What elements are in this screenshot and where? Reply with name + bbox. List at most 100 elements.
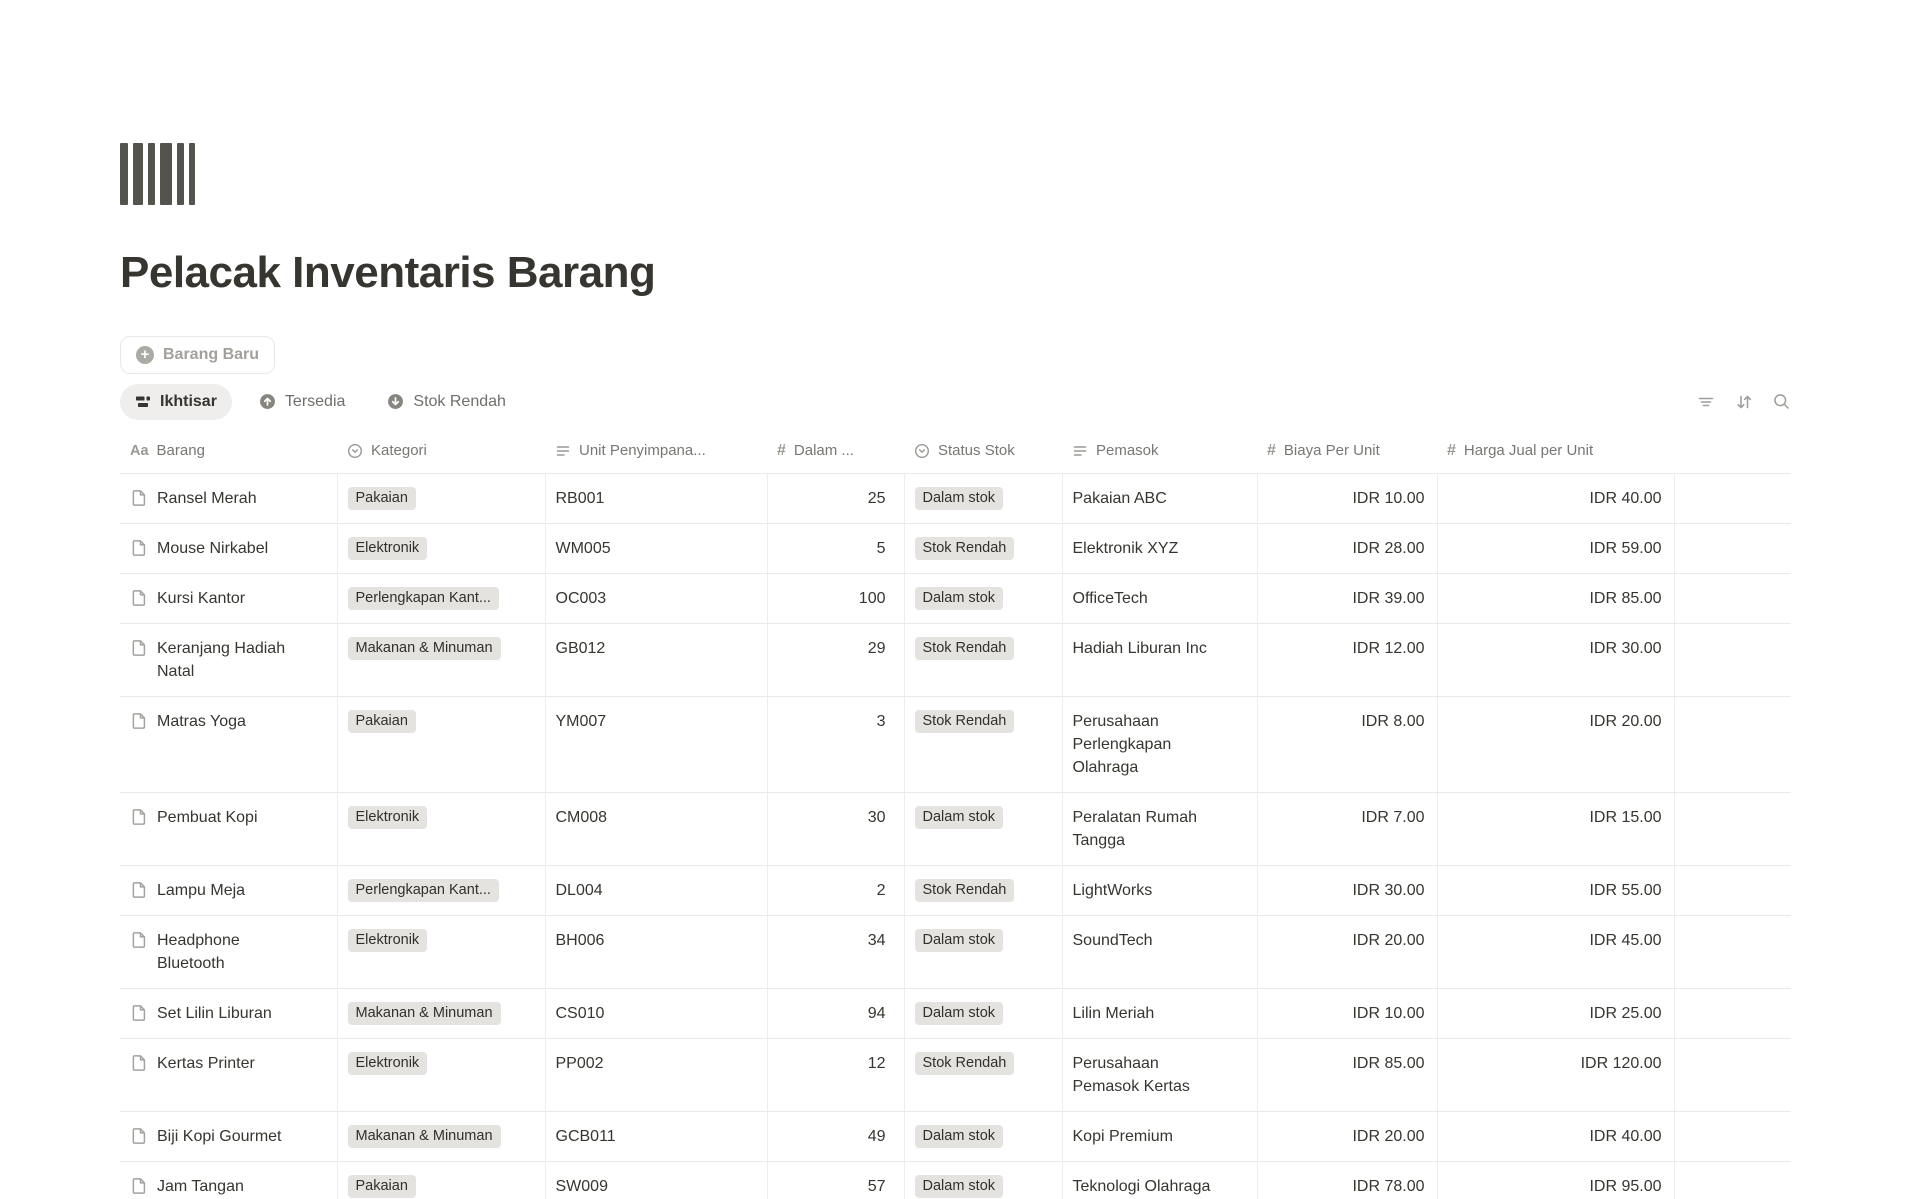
cell-qty[interactable]: 94 (767, 989, 904, 1039)
cell-sku[interactable]: GCB011 (545, 1112, 767, 1162)
cell-status[interactable]: Dalam stok (904, 474, 1062, 524)
cell-qty[interactable]: 100 (767, 574, 904, 624)
column-header-sku[interactable]: Unit Penyimpana... (545, 428, 767, 474)
cell-price[interactable]: IDR 95.00 (1437, 1162, 1674, 1199)
cell-supplier[interactable]: Lilin Meriah (1062, 989, 1257, 1039)
cell-name[interactable]: Lampu Meja (120, 866, 337, 916)
cell-cost[interactable]: IDR 7.00 (1257, 793, 1437, 866)
cell-status[interactable]: Stok Rendah (904, 866, 1062, 916)
column-header-name[interactable]: AaBarang (120, 428, 337, 474)
cell-category[interactable]: Elektronik (337, 524, 545, 574)
cell-price[interactable]: IDR 59.00 (1437, 524, 1674, 574)
cell-price[interactable]: IDR 30.00 (1437, 624, 1674, 697)
cell-category[interactable]: Pakaian (337, 697, 545, 793)
cell-category[interactable]: Perlengkapan Kant... (337, 574, 545, 624)
cell-category[interactable]: Elektronik (337, 916, 545, 989)
cell-cost[interactable]: IDR 85.00 (1257, 1039, 1437, 1112)
column-header-category[interactable]: Kategori (337, 428, 545, 474)
search-icon[interactable] (1772, 392, 1791, 411)
column-header-cost[interactable]: #Biaya Per Unit (1257, 428, 1437, 474)
cell-supplier[interactable]: SoundTech (1062, 916, 1257, 989)
cell-cost[interactable]: IDR 20.00 (1257, 1112, 1437, 1162)
column-header-qty[interactable]: #Dalam ... (767, 428, 904, 474)
cell-price[interactable]: IDR 25.00 (1437, 989, 1674, 1039)
cell-name[interactable]: Headphone Bluetooth (120, 916, 337, 989)
filter-icon[interactable] (1696, 392, 1716, 412)
cell-category[interactable]: Elektronik (337, 793, 545, 866)
cell-supplier[interactable]: Perusahaan Perlengkapan Olahraga (1062, 697, 1257, 793)
cell-supplier[interactable]: Pakaian ABC (1062, 474, 1257, 524)
column-header-supplier[interactable]: Pemasok (1062, 428, 1257, 474)
cell-status[interactable]: Dalam stok (904, 989, 1062, 1039)
cell-status[interactable]: Dalam stok (904, 1162, 1062, 1199)
cell-status[interactable]: Stok Rendah (904, 524, 1062, 574)
cell-price[interactable]: IDR 20.00 (1437, 697, 1674, 793)
tab-stok-rendah[interactable]: Stok Rendah (372, 384, 521, 420)
cell-cost[interactable]: IDR 10.00 (1257, 474, 1437, 524)
cell-price[interactable]: IDR 45.00 (1437, 916, 1674, 989)
cell-sku[interactable]: PP002 (545, 1039, 767, 1112)
cell-name[interactable]: Ransel Merah (120, 474, 337, 524)
cell-category[interactable]: Makanan & Minuman (337, 624, 545, 697)
cell-status[interactable]: Stok Rendah (904, 1039, 1062, 1112)
cell-qty[interactable]: 2 (767, 866, 904, 916)
cell-name[interactable]: Kursi Kantor (120, 574, 337, 624)
cell-sku[interactable]: DL004 (545, 866, 767, 916)
cell-name[interactable]: Mouse Nirkabel (120, 524, 337, 574)
cell-category[interactable]: Makanan & Minuman (337, 989, 545, 1039)
cell-category[interactable]: Elektronik (337, 1039, 545, 1112)
cell-name[interactable]: Set Lilin Liburan (120, 989, 337, 1039)
cell-price[interactable]: IDR 15.00 (1437, 793, 1674, 866)
sort-icon[interactable] (1734, 392, 1754, 412)
cell-supplier[interactable]: OfficeTech (1062, 574, 1257, 624)
cell-sku[interactable]: YM007 (545, 697, 767, 793)
cell-qty[interactable]: 3 (767, 697, 904, 793)
cell-price[interactable]: IDR 120.00 (1437, 1039, 1674, 1112)
cell-qty[interactable]: 29 (767, 624, 904, 697)
cell-sku[interactable]: RB001 (545, 474, 767, 524)
cell-status[interactable]: Dalam stok (904, 916, 1062, 989)
tab-ikhtisar[interactable]: Ikhtisar (120, 384, 232, 420)
cell-price[interactable]: IDR 40.00 (1437, 1112, 1674, 1162)
cell-category[interactable]: Pakaian (337, 1162, 545, 1199)
cell-qty[interactable]: 5 (767, 524, 904, 574)
barcode-icon[interactable] (120, 143, 1791, 205)
cell-cost[interactable]: IDR 28.00 (1257, 524, 1437, 574)
cell-cost[interactable]: IDR 78.00 (1257, 1162, 1437, 1199)
cell-supplier[interactable]: Teknologi Olahraga (1062, 1162, 1257, 1199)
cell-status[interactable]: Stok Rendah (904, 624, 1062, 697)
cell-price[interactable]: IDR 55.00 (1437, 866, 1674, 916)
page-title[interactable]: Pelacak Inventaris Barang (120, 247, 1791, 300)
tab-tersedia[interactable]: Tersedia (244, 384, 360, 420)
cell-cost[interactable]: IDR 20.00 (1257, 916, 1437, 989)
cell-sku[interactable]: OC003 (545, 574, 767, 624)
cell-supplier[interactable]: LightWorks (1062, 866, 1257, 916)
cell-supplier[interactable]: Peralatan Rumah Tangga (1062, 793, 1257, 866)
cell-name[interactable]: Keranjang Hadiah Natal (120, 624, 337, 697)
cell-status[interactable]: Dalam stok (904, 574, 1062, 624)
cell-price[interactable]: IDR 40.00 (1437, 474, 1674, 524)
cell-sku[interactable]: BH006 (545, 916, 767, 989)
cell-cost[interactable]: IDR 39.00 (1257, 574, 1437, 624)
cell-sku[interactable]: GB012 (545, 624, 767, 697)
cell-qty[interactable]: 57 (767, 1162, 904, 1199)
cell-category[interactable]: Pakaian (337, 474, 545, 524)
cell-qty[interactable]: 49 (767, 1112, 904, 1162)
cell-qty[interactable]: 34 (767, 916, 904, 989)
cell-category[interactable]: Makanan & Minuman (337, 1112, 545, 1162)
cell-name[interactable]: Biji Kopi Gourmet (120, 1112, 337, 1162)
cell-supplier[interactable]: Elektronik XYZ (1062, 524, 1257, 574)
column-header-status[interactable]: Status Stok (904, 428, 1062, 474)
cell-name[interactable]: Kertas Printer (120, 1039, 337, 1112)
column-header-price[interactable]: #Harga Jual per Unit (1437, 428, 1674, 474)
cell-name[interactable]: Jam Tangan (120, 1162, 337, 1199)
cell-supplier[interactable]: Hadiah Liburan Inc (1062, 624, 1257, 697)
cell-cost[interactable]: IDR 8.00 (1257, 697, 1437, 793)
cell-status[interactable]: Stok Rendah (904, 697, 1062, 793)
cell-qty[interactable]: 12 (767, 1039, 904, 1112)
cell-cost[interactable]: IDR 10.00 (1257, 989, 1437, 1039)
cell-category[interactable]: Perlengkapan Kant... (337, 866, 545, 916)
cell-name[interactable]: Pembuat Kopi (120, 793, 337, 866)
cell-sku[interactable]: WM005 (545, 524, 767, 574)
cell-status[interactable]: Dalam stok (904, 793, 1062, 866)
